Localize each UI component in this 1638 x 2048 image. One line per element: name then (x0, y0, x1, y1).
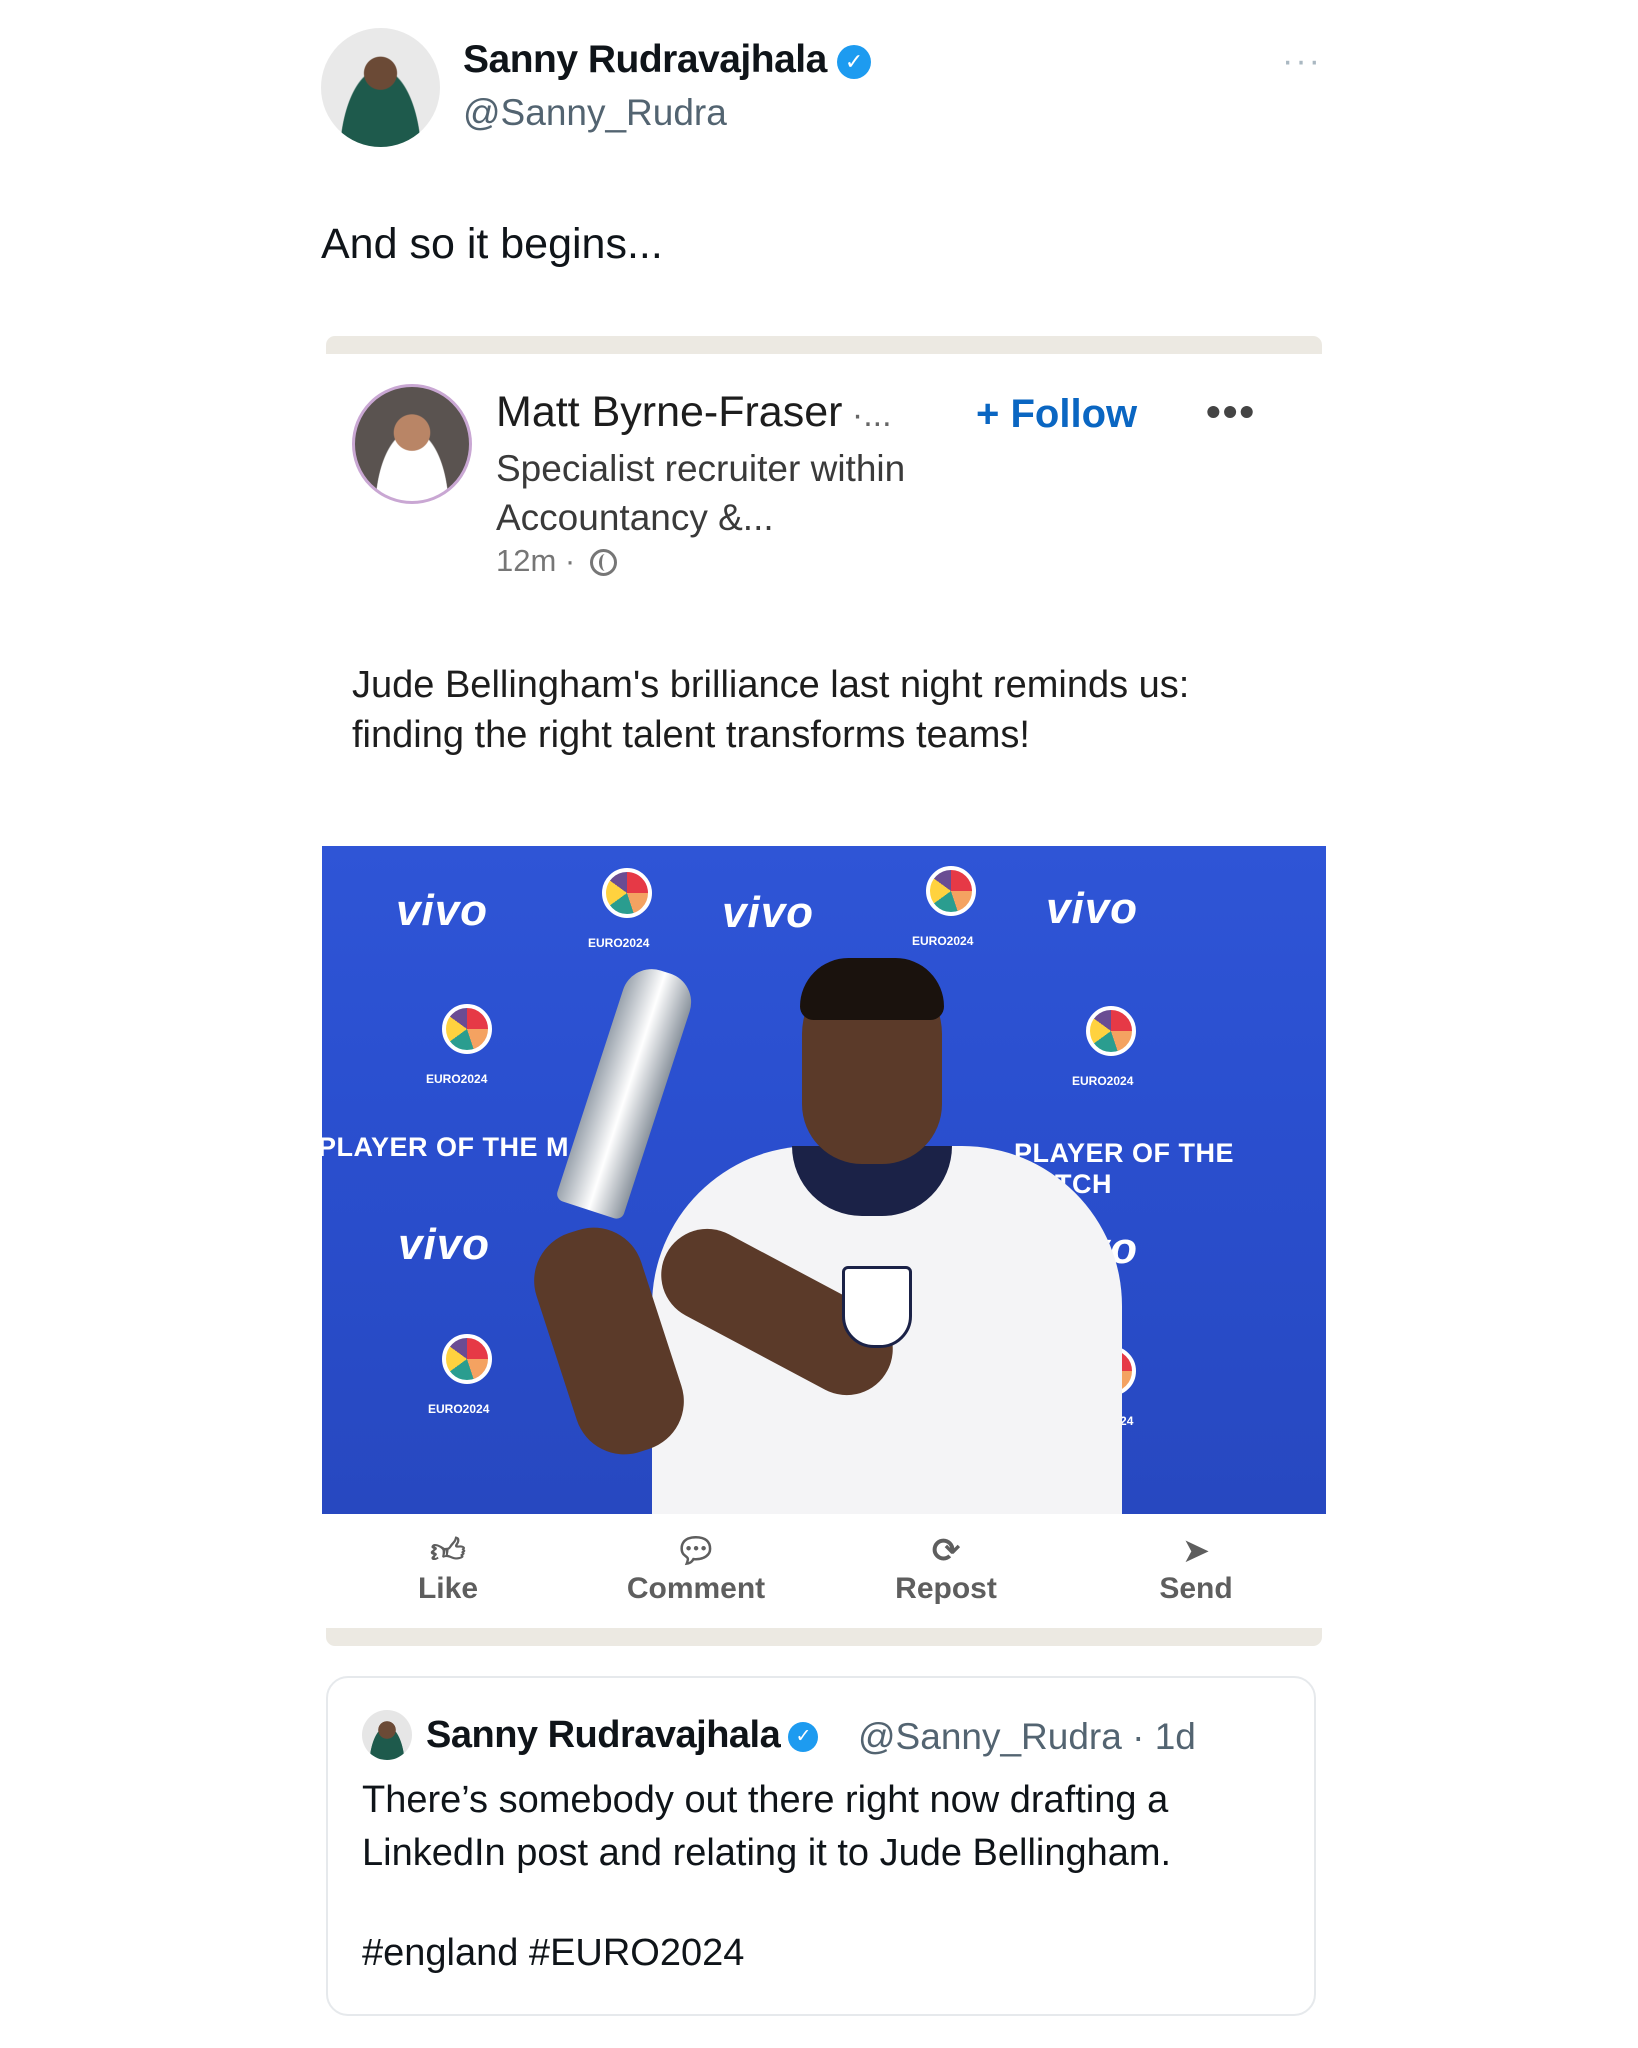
quoted-author-name-text: Sanny Rudravajhala (426, 1714, 781, 1756)
author-handle[interactable]: @Sanny_Rudra (463, 92, 727, 134)
quoted-author-handle: @Sanny_Rudra · 1d (858, 1716, 1196, 1757)
player-hair (800, 958, 944, 1020)
linkedin-timestamp: 12m · (496, 543, 617, 579)
globe-icon (589, 549, 617, 577)
author-avatar[interactable] (321, 28, 440, 147)
send-action: ➤ Send (1096, 1530, 1296, 1606)
linkedin-headline: Specialist recruiter within Accountancy … (496, 448, 906, 538)
sponsor-watermark: vivo (722, 888, 815, 937)
more-options-button[interactable]: ··· (1282, 42, 1322, 81)
sponsor-watermark: vivo (398, 1220, 491, 1269)
send-icon: ➤ (1181, 1532, 1211, 1570)
euro-logo-icon (602, 868, 652, 918)
quoted-tweet-text: There’s somebody out there right now dra… (362, 1779, 1172, 1874)
repost-label: Repost (895, 1572, 997, 1605)
tweet-text: And so it begins... (321, 220, 663, 268)
linkedin-author-name: Matt Byrne-Fraser ·... (496, 388, 892, 437)
thumbs-up-icon: 👍︎ (430, 1532, 466, 1570)
player-photo: vivo vivo vivo vivo vivo PLAYER OF THE M… (322, 846, 1326, 1514)
comment-action: 💬︎ Comment (596, 1530, 796, 1606)
england-crest-icon (842, 1266, 912, 1348)
euro-logo-text: EURO2024 (426, 1072, 488, 1086)
linkedin-more-icon: ••• (1206, 388, 1257, 435)
comment-label: Comment (626, 1572, 766, 1605)
euro-logo-icon (442, 1334, 492, 1384)
linkedin-action-bar: 👍︎ Like 💬︎ Comment ⟳ Repost ➤ Send (322, 1530, 1326, 1620)
like-label: Like (417, 1572, 479, 1605)
euro-logo-text: EURO2024 (428, 1402, 490, 1416)
author-name-text: Sanny Rudravajhala (463, 38, 827, 81)
euro-logo-icon (926, 866, 976, 916)
sponsor-watermark: vivo (1046, 884, 1139, 933)
linkedin-name-suffix: ·... (842, 396, 892, 434)
trophy (555, 961, 699, 1221)
send-label: Send (1159, 1572, 1233, 1605)
euro-logo-text: EURO2024 (1072, 1074, 1134, 1088)
quoted-author-name: Sanny Rudravajhala ✓ (426, 1714, 819, 1757)
euro-logo-icon (1086, 1006, 1136, 1056)
author-name[interactable]: Sanny Rudravajhala ✓ (463, 38, 871, 82)
linkedin-author-avatar (352, 384, 472, 504)
euro-logo-icon (442, 1004, 492, 1054)
repost-action: ⟳ Repost (846, 1530, 1046, 1606)
like-action: 👍︎ Like (348, 1530, 548, 1606)
quoted-tweet-hashtags[interactable]: #england #EURO2024 (362, 1932, 744, 1975)
verified-badge-icon: ✓ (788, 1721, 819, 1752)
linkedin-author-name-text: Matt Byrne-Fraser (496, 388, 843, 436)
verified-badge-icon: ✓ (836, 44, 871, 79)
linkedin-time-text: 12m · (496, 543, 576, 578)
sponsor-watermark: vivo (396, 886, 489, 935)
follow-button: + Follow (976, 392, 1138, 436)
divider (326, 336, 1322, 354)
quoted-author-avatar (362, 1710, 412, 1760)
repost-icon: ⟳ (931, 1532, 961, 1570)
euro-logo-text: EURO2024 (912, 934, 974, 948)
linkedin-post-text: Jude Bellingham's brilliance last night … (352, 664, 1190, 756)
comment-icon: 💬︎ (674, 1532, 718, 1570)
divider (326, 1628, 1322, 1646)
euro-logo-text: EURO2024 (588, 936, 650, 950)
